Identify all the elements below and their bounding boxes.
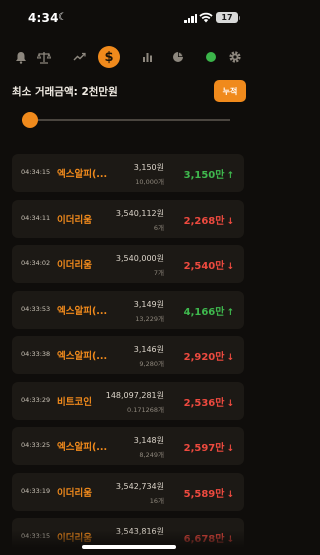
trade-row[interactable]: 04:33:25 엑스알피(... 3,148원 8,249개 2,597만 ↓	[12, 427, 244, 465]
trade-row[interactable]: 04:33:53 엑스알피(... 3,149원 13,229개 4,166만 ↑	[12, 290, 244, 329]
battery-icon: 17	[216, 12, 240, 23]
arrow-down-icon: ↓	[226, 398, 234, 409]
trade-time: 04:33:53	[21, 304, 51, 313]
trade-quantity: 9,280개	[139, 360, 164, 368]
slider-thumb[interactable]	[22, 112, 39, 128]
home-indicator	[82, 545, 176, 549]
trade-quantity: 16개	[149, 496, 164, 505]
trade-amount: 5,589만 ↓	[184, 485, 234, 500]
arrow-down-icon: ↓	[226, 216, 234, 227]
trade-time: 04:34:11	[21, 213, 51, 222]
trade-price: 3,540,000원	[115, 254, 164, 263]
slider-track	[22, 119, 230, 121]
cumulative-button[interactable]: 누적	[214, 80, 246, 102]
trade-coin-name: 엑스알피(...	[57, 442, 108, 453]
arrow-down-icon: ↓	[226, 262, 234, 272]
trade-quantity: 0.17126­8개	[127, 405, 164, 414]
wifi-icon	[199, 12, 213, 23]
trade-coin-name: 엑스알피(...	[57, 351, 108, 362]
dollar-icon[interactable]: $	[98, 46, 120, 68]
trade-time: 04:34:15	[21, 168, 51, 176]
trade-price: 3,148원	[133, 436, 164, 445]
scale-icon[interactable]	[33, 46, 55, 68]
bar-chart-icon[interactable]	[136, 46, 158, 68]
min-amount-slider[interactable]	[18, 112, 230, 128]
trade-price: 3,149원	[133, 299, 164, 309]
trade-coin-name: 이더리움	[57, 487, 92, 499]
trade-quantity: 7개	[153, 269, 164, 277]
trade-amount: 2,536만 ↓	[184, 394, 234, 409]
trade-amount: 2,920만 ↓	[184, 348, 234, 363]
trade-coin-name: 이더리움	[57, 260, 92, 271]
arrow-down-icon: ↓	[226, 353, 234, 363]
arrow-up-icon: ↑	[226, 307, 234, 318]
pie-chart-icon[interactable]	[167, 46, 189, 68]
trade-row[interactable]: 04:34:11 이더리움 3,540,112원 6개 2,268만 ↓	[12, 199, 244, 238]
trade-amount-value: 2,920만	[183, 352, 225, 363]
trade-time: 04:33:19	[21, 486, 51, 495]
trade-price: 3,150원	[133, 163, 164, 172]
trade-coin-name: 이더리움	[57, 214, 92, 226]
trade-price: 3,542,734원	[115, 481, 164, 491]
trade-time: 04:34:02	[21, 259, 51, 267]
trade-amount: 2,268만 ↓	[184, 212, 234, 227]
status-dot-icon	[200, 46, 222, 68]
gear-icon[interactable]	[224, 46, 246, 68]
bell-icon[interactable]	[10, 46, 32, 68]
trade-amount: 4,166만 ↑	[184, 303, 234, 318]
trade-time: 04:33:25	[21, 441, 51, 449]
trade-amount-value: 2,540만	[183, 261, 225, 272]
trade-amount: 3,150만 ↑	[184, 166, 234, 181]
arrow-up-icon: ↑	[226, 171, 234, 181]
trade-price: 148,097,281원	[105, 390, 164, 400]
status-time: 4:34	[28, 11, 59, 25]
status-bar: 4:34 ☾ 17	[0, 0, 256, 38]
trade-row[interactable]: 04:33:19 이더리움 3,542,734원 16개 5,589만 ↓	[12, 472, 244, 511]
trade-quantity: 8,249개	[139, 451, 164, 459]
trade-time: 04:33:29	[21, 395, 51, 404]
trade-row[interactable]: 04:34:15 엑스알피(... 3,150원 10,000개 3,150만 ↑	[12, 154, 244, 192]
signal-icon	[184, 14, 197, 23]
arrow-down-icon: ↓	[226, 444, 234, 454]
trade-row[interactable]: 04:33:29 비트코인 148,097,281원 0.17126­8개 2,536만…	[12, 381, 244, 420]
trade-quantity: 6개	[153, 223, 164, 232]
trade-amount-value: 5,589만	[183, 488, 225, 500]
trade-amount-value: 3,150만	[183, 170, 225, 181]
trade-time: 04:33:38	[21, 350, 51, 358]
trade-row[interactable]: 04:33:38 엑스알피(... 3,146원 9,280개 2,920만 ↓	[12, 336, 244, 374]
trade-amount: 2,597만 ↓	[184, 439, 234, 454]
trade-coin-name: 엑스알피(...	[57, 305, 108, 317]
trade-amount-value: 4,166만	[183, 306, 225, 318]
trade-price: 3,146원	[133, 345, 164, 354]
trade-price: 3,540,112원	[115, 208, 164, 218]
trade-row[interactable]: 04:34:02 이더리움 3,540,000원 7개 2,540만 ↓	[12, 245, 244, 283]
trade-amount-value: 2,536만	[183, 397, 225, 409]
min-amount-row: 최소 거래금액: 2천만원 누적	[12, 80, 246, 104]
trade-quantity: 10,000개	[135, 178, 164, 186]
min-amount-label: 최소 거래금액: 2천만원	[12, 86, 118, 98]
trade-quantity: 13,229개	[135, 314, 164, 323]
trade-amount-value: 2,597만	[183, 443, 225, 454]
arrow-down-icon: ↓	[226, 489, 234, 500]
top-nav: $	[0, 44, 256, 70]
trade-amount: 2,540만 ↓	[184, 257, 234, 272]
moon-icon: ☾	[58, 12, 67, 23]
trade-amount-value: 2,268만	[183, 215, 225, 227]
bottom-fade	[0, 530, 256, 555]
trend-icon[interactable]	[68, 46, 90, 68]
trade-coin-name: 엑스알피(...	[57, 169, 108, 180]
trade-coin-name: 비트코인	[57, 396, 92, 408]
